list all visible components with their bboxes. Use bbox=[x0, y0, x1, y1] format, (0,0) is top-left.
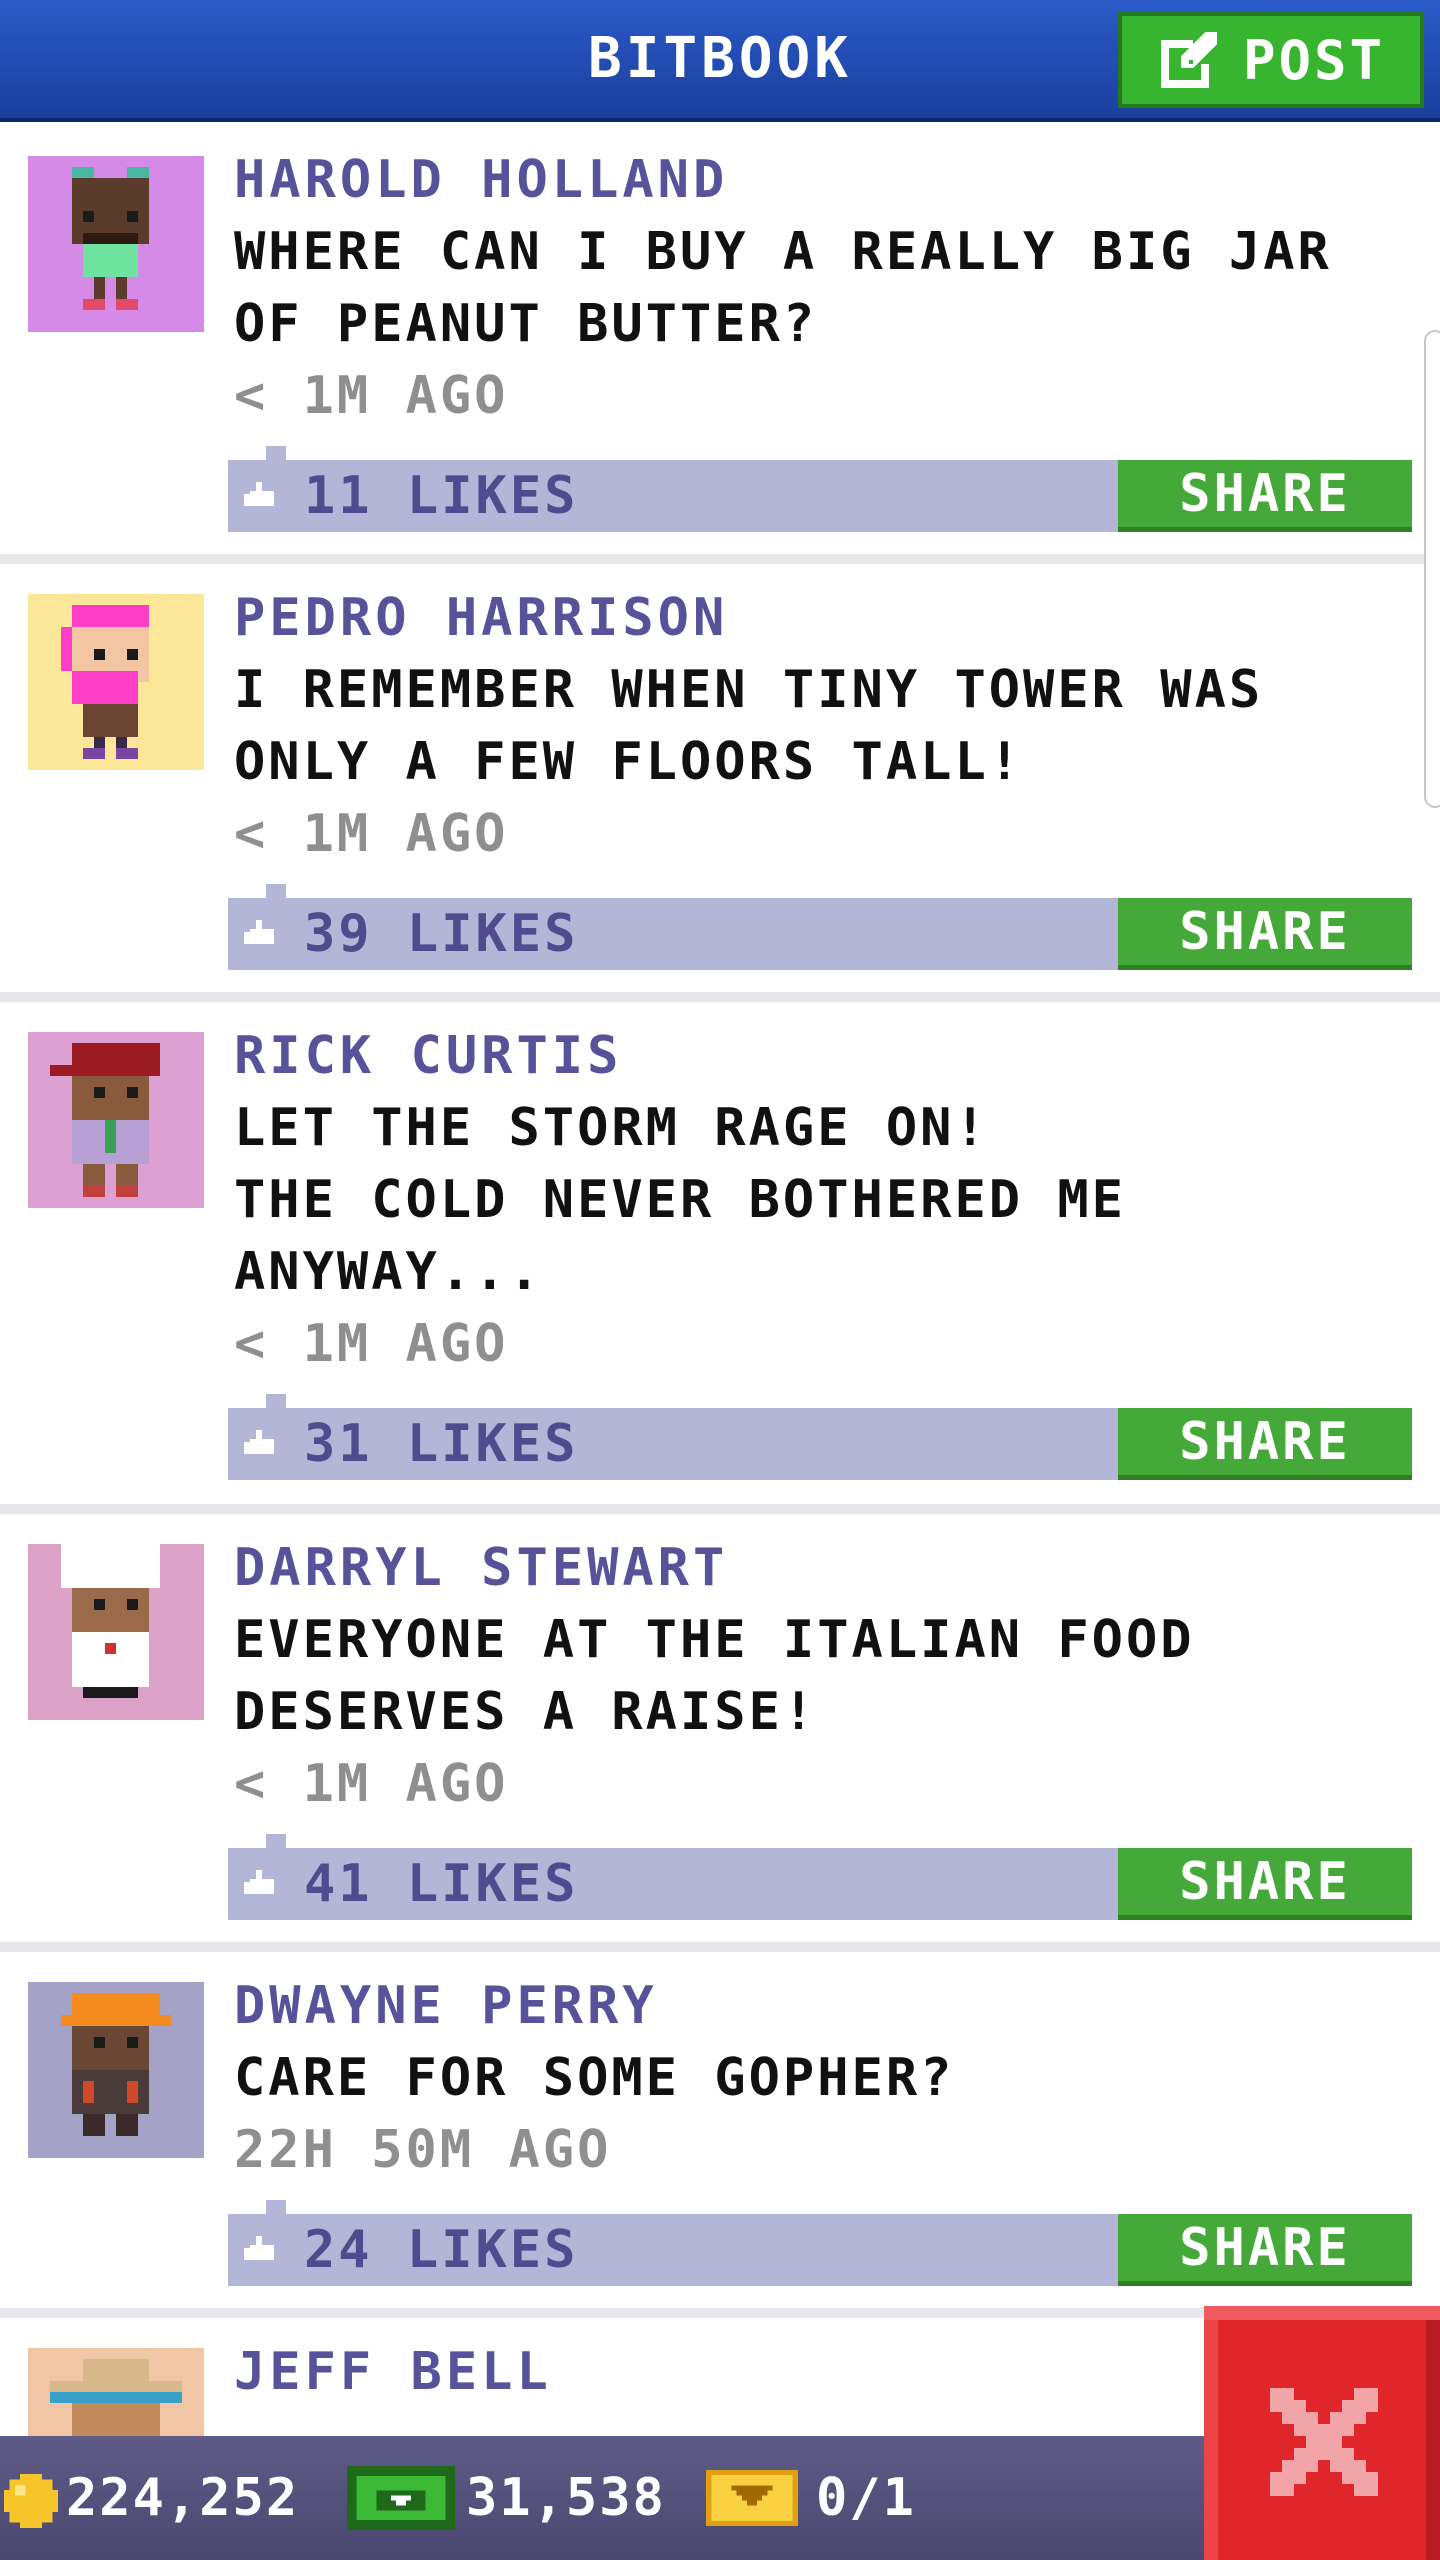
feed-post: RICK CURTIS LET THE STORM RAGE ON! THE C… bbox=[0, 1002, 1440, 1504]
divider bbox=[0, 554, 1440, 564]
close-icon bbox=[1270, 2388, 1378, 2496]
like-icon bbox=[244, 1430, 274, 1454]
post-text: CARE FOR SOME GOPHER? bbox=[234, 2048, 955, 2108]
divider bbox=[0, 992, 1440, 1002]
post-time: < 1M AGO bbox=[234, 366, 509, 426]
post-author[interactable]: HAROLD HOLLAND bbox=[234, 144, 728, 216]
share-button[interactable]: SHARE bbox=[1118, 1848, 1412, 1920]
post-author[interactable]: JEFF BELL bbox=[234, 2336, 552, 2408]
avatar[interactable] bbox=[28, 594, 204, 770]
feed-post: DARRYL STEWART EVERYONE AT THE ITALIAN F… bbox=[0, 1514, 1440, 1942]
avatar[interactable] bbox=[28, 156, 204, 332]
like-icon bbox=[244, 2236, 274, 2260]
post-author[interactable]: DARRYL STEWART bbox=[234, 1532, 728, 1604]
avatar-image bbox=[28, 1982, 204, 2158]
like-icon bbox=[244, 920, 274, 944]
like-icon bbox=[244, 482, 274, 506]
bux-count: 31,538 bbox=[466, 2468, 666, 2528]
post-time: 22H 50M AGO bbox=[234, 2120, 612, 2180]
ticket-icon bbox=[706, 2470, 798, 2526]
scrollbar[interactable] bbox=[1424, 330, 1440, 808]
avatar-image bbox=[28, 1544, 204, 1720]
post-button[interactable]: POST bbox=[1118, 12, 1424, 108]
like-count[interactable]: 39 LIKES bbox=[304, 898, 578, 970]
close-button[interactable] bbox=[1204, 2306, 1440, 2560]
avatar-image bbox=[28, 594, 204, 770]
post-text: EVERYONE AT THE ITALIAN FOOD DESERVES A … bbox=[234, 1610, 1195, 1742]
feed-post: HAROLD HOLLAND WHERE CAN I BUY A REALLY … bbox=[0, 126, 1440, 554]
avatar[interactable] bbox=[28, 1544, 204, 1720]
like-count[interactable]: 24 LIKES bbox=[304, 2214, 578, 2286]
post-author[interactable]: PEDRO HARRISON bbox=[234, 582, 728, 654]
feed-post: PEDRO HARRISON I REMEMBER WHEN TINY TOWE… bbox=[0, 564, 1440, 992]
share-button[interactable]: SHARE bbox=[1118, 1408, 1412, 1480]
avatar[interactable] bbox=[28, 1032, 204, 1208]
divider bbox=[0, 1504, 1440, 1514]
like-count[interactable]: 11 LIKES bbox=[304, 460, 578, 532]
share-button[interactable]: SHARE bbox=[1118, 2214, 1412, 2286]
post-time: < 1M AGO bbox=[234, 804, 509, 864]
feed-list: HAROLD HOLLAND WHERE CAN I BUY A REALLY … bbox=[0, 126, 1440, 2524]
like-icon bbox=[244, 1870, 274, 1894]
coin-icon bbox=[4, 2474, 58, 2528]
avatar-image bbox=[28, 1032, 204, 1208]
avatar[interactable] bbox=[28, 1982, 204, 2158]
post-text: WHERE CAN I BUY A REALLY BIG JAR OF PEAN… bbox=[234, 222, 1332, 354]
post-time: < 1M AGO bbox=[234, 1754, 509, 1814]
compose-icon bbox=[1160, 32, 1217, 88]
bux-icon bbox=[346, 2466, 456, 2530]
like-count[interactable]: 41 LIKES bbox=[304, 1848, 578, 1920]
ticket-count: 0/1 bbox=[816, 2468, 916, 2528]
post-button-label: POST bbox=[1242, 28, 1386, 92]
like-count[interactable]: 31 LIKES bbox=[304, 1408, 578, 1480]
post-text: LET THE STORM RAGE ON! THE COLD NEVER BO… bbox=[234, 1098, 1126, 1302]
share-button[interactable]: SHARE bbox=[1118, 898, 1412, 970]
post-author[interactable]: RICK CURTIS bbox=[234, 1020, 622, 1092]
avatar-image bbox=[28, 156, 204, 332]
coin-count: 224,252 bbox=[66, 2468, 300, 2528]
feed-post: DWAYNE PERRY CARE FOR SOME GOPHER? 22H 5… bbox=[0, 1952, 1440, 2308]
post-time: < 1M AGO bbox=[234, 1314, 509, 1374]
share-button[interactable]: SHARE bbox=[1118, 460, 1412, 532]
header-bar: BITBOOK POST bbox=[0, 0, 1440, 122]
divider bbox=[0, 1942, 1440, 1952]
post-author[interactable]: DWAYNE PERRY bbox=[234, 1970, 658, 2042]
post-text: I REMEMBER WHEN TINY TOWER WAS ONLY A FE… bbox=[234, 660, 1264, 792]
